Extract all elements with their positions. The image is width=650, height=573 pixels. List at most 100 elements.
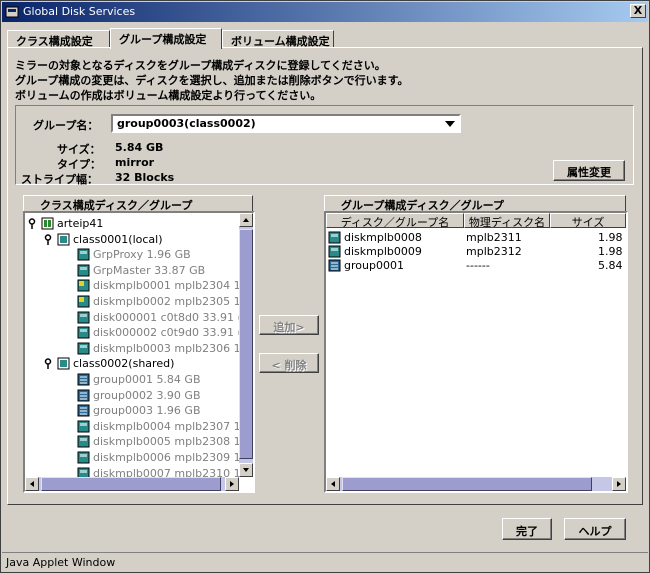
row-name: diskmplb0009 <box>344 245 422 258</box>
disk-icon <box>77 342 90 355</box>
tree-item[interactable]: diskmplb0001 mplb2304 1 <box>25 278 241 294</box>
class-icon <box>57 233 70 246</box>
column-header-physical[interactable]: 物理ディスク名 <box>464 213 550 228</box>
tab-group-config[interactable]: グループ構成設定 <box>110 28 222 49</box>
instruction-line-3: ボリュームの作成はボリューム構成設定より行ってください。 <box>15 89 322 102</box>
expand-handle-icon[interactable] <box>27 218 37 230</box>
group-name-select[interactable]: group0003(class0002) <box>111 114 461 133</box>
tab-class-config[interactable]: クラス構成設定 <box>7 30 110 48</box>
scroll-left-button[interactable] <box>326 477 340 491</box>
arrow-up-icon <box>243 218 249 222</box>
tree-item-label: class0002(shared) <box>73 357 175 371</box>
help-button[interactable]: ヘルプ <box>564 518 626 540</box>
tree-item-label: GrpProxy 1.96 GB <box>93 248 191 262</box>
group-icon <box>77 373 90 386</box>
tree-item-label: group0003 1.96 GB <box>93 404 201 418</box>
row-size: 1.98 ( <box>598 245 626 258</box>
disk-icon <box>77 451 90 464</box>
disk-warn-icon <box>77 279 90 292</box>
group-icon <box>77 389 90 402</box>
scroll-right-button[interactable] <box>225 477 239 491</box>
expand-handle-icon[interactable] <box>43 233 53 246</box>
group-disk-table[interactable]: ディスク／グループ名 物理ディスク名 サイズ diskmplb0008 mplb2… <box>324 211 628 493</box>
tree-item[interactable]: diskmplb0004 mplb2307 1 <box>25 419 241 435</box>
class-disks-title: クラス構成ディスク／グループ <box>23 195 253 212</box>
tree-item-label: class0001(local) <box>73 232 163 246</box>
instruction-line-1: ミラーの対象となるディスクをグループ構成ディスクに登録してください。 <box>15 59 386 72</box>
disk-warn-icon <box>77 295 90 308</box>
scroll-thumb[interactable] <box>239 229 253 459</box>
tree-item-label: disk000002 c0t9d0 33.91 ( <box>93 326 242 340</box>
stripe-width-value: 32 Blocks <box>115 171 175 184</box>
remove-button[interactable]: < 削除 <box>259 353 319 373</box>
add-button[interactable]: 追加> <box>259 315 319 335</box>
window-title: Global Disk Services <box>23 5 136 18</box>
change-attributes-button[interactable]: 属性変更 <box>553 160 625 181</box>
tree-item-label: diskmplb0001 mplb2304 1 <box>93 279 241 293</box>
tree-item[interactable]: disk000001 c0t8d0 33.91 ( <box>25 310 242 326</box>
disk-icon <box>77 264 90 277</box>
status-bar: Java Applet Window <box>2 552 648 572</box>
group-icon <box>328 259 341 272</box>
tab-volume-config[interactable]: ボリューム構成設定 <box>222 30 334 48</box>
tree-item[interactable]: group0003 1.96 GB <box>25 403 237 419</box>
group-icon <box>77 404 90 417</box>
scroll-down-button[interactable] <box>239 463 253 477</box>
arrow-left-icon <box>331 481 335 487</box>
tree-item-label: disk000001 c0t8d0 33.91 ( <box>93 310 242 324</box>
instructions: ミラーの対象となるディスクをグループ構成ディスクに登録してください。 グループ構… <box>15 58 408 103</box>
size-label: サイズ： <box>57 143 101 156</box>
tree-item[interactable]: class0001(local) <box>25 232 237 248</box>
tree-item[interactable]: group0002 3.90 GB <box>25 388 237 404</box>
tree-item-label: GrpMaster 33.87 GB <box>93 263 206 277</box>
column-header-size[interactable]: サイズ <box>550 213 626 228</box>
app-icon <box>5 6 19 18</box>
tree-item-label: diskmplb0002 mplb2305 1 <box>93 295 241 308</box>
disk-icon <box>328 231 341 244</box>
tree-item-label: diskmplb0004 mplb2307 1 <box>93 419 241 433</box>
row-physical-disk: mplb2311 <box>466 231 522 244</box>
arrow-down-icon <box>243 468 249 472</box>
disk-icon <box>77 435 90 448</box>
row-name: group0001 <box>344 259 404 272</box>
column-header-name[interactable]: ディスク／グループ名 <box>326 213 464 228</box>
tree-item[interactable]: GrpMaster 33.87 GB <box>25 263 237 279</box>
tree-item[interactable]: diskmplb0002 mplb2305 1 <box>25 294 241 310</box>
tree-item[interactable]: disk000002 c0t9d0 33.91 ( <box>25 325 242 341</box>
tree-item-label: group0002 3.90 GB <box>93 388 201 402</box>
app-window: Global Disk Services X クラス構成設定 グループ構成設定 … <box>0 0 650 573</box>
tree-item[interactable]: class0002(shared) <box>25 356 237 372</box>
scroll-up-button[interactable] <box>239 213 253 227</box>
tree-item[interactable]: diskmplb0006 mplb2309 1 <box>25 450 241 466</box>
tree-item[interactable]: diskmplb0003 mplb2306 1 <box>25 341 241 357</box>
tree-item[interactable]: GrpProxy 1.96 GB <box>25 247 237 263</box>
close-button[interactable]: X <box>630 4 646 18</box>
class-disk-tree[interactable]: arteip41 class0001(local) GrpProxy 1.96 GB… <box>23 211 255 493</box>
row-size: 5.84 ( <box>598 259 626 272</box>
table-horizontal-scrollbar[interactable] <box>326 477 626 491</box>
arrow-right-icon <box>617 481 621 487</box>
tree-item[interactable]: group0001 5.84 GB <box>25 372 237 388</box>
tree-item[interactable]: diskmplb0005 mplb2308 1 <box>25 434 241 450</box>
table-row[interactable]: group0001 ------ 5.84 ( <box>326 258 626 274</box>
host-icon <box>41 217 54 230</box>
disk-icon <box>77 311 90 324</box>
row-size: 1.98 ( <box>598 231 626 244</box>
expand-handle-icon[interactable] <box>43 358 53 370</box>
finish-button[interactable]: 完了 <box>502 518 552 540</box>
scroll-thumb-horizontal[interactable] <box>342 477 592 491</box>
scroll-right-button[interactable] <box>612 477 626 491</box>
chevron-down-icon <box>445 121 455 127</box>
row-name: diskmplb0008 <box>344 231 422 244</box>
scroll-left-button[interactable] <box>25 477 39 491</box>
scroll-thumb-horizontal[interactable] <box>41 477 221 491</box>
tree-item-label: group0001 5.84 GB <box>93 373 201 386</box>
arrow-left-icon <box>30 481 34 487</box>
disk-icon <box>77 420 90 433</box>
disk-icon <box>77 248 90 261</box>
tree-vertical-scrollbar[interactable] <box>239 213 253 477</box>
tree-horizontal-scrollbar[interactable] <box>25 477 239 491</box>
tree-item[interactable]: arteip41 <box>25 216 237 232</box>
type-value: mirror <box>115 156 155 169</box>
row-physical-disk: ------ <box>466 259 490 272</box>
